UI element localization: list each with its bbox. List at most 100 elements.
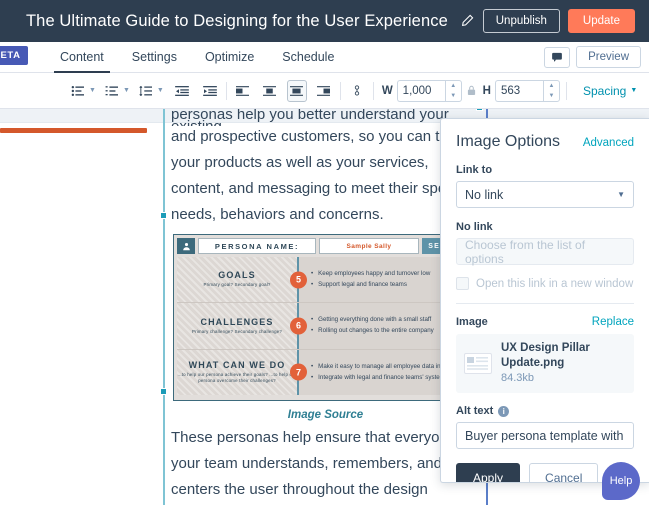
persona-row-badge: 6 [290, 317, 307, 334]
panel-divider [456, 303, 634, 304]
advanced-link[interactable]: Advanced [583, 137, 634, 149]
pencil-icon[interactable] [458, 12, 476, 30]
file-name: UX Design Pillar Update.png [501, 341, 626, 371]
new-window-checkbox[interactable] [456, 277, 469, 290]
width-stepper[interactable]: ▲▼ [445, 80, 462, 102]
file-thumbnail-icon [464, 353, 492, 374]
help-button[interactable]: Help [602, 462, 640, 500]
no-link-label: No link [456, 221, 634, 233]
align-right-icon[interactable] [314, 80, 334, 102]
align-justify-icon[interactable] [287, 80, 307, 102]
spacing-chevron-down-icon: ▼ [630, 87, 637, 94]
paragraph-outro[interactable]: These personas help ensure that everyone… [165, 425, 486, 505]
height-label: H [483, 85, 491, 97]
options-select-disabled: Choose from the list of options [456, 238, 634, 265]
line-height-chevron-down-icon[interactable]: ▼ [157, 87, 164, 94]
persona-sample-name: Sample Sally [319, 238, 419, 254]
selection-handle-top-right[interactable] [476, 109, 483, 111]
align-left-icon[interactable] [233, 80, 253, 102]
top-bar: The Ultimate Guide to Designing for the … [0, 0, 649, 42]
formatting-toolbar: ▼ ▼ ▼ [0, 73, 649, 109]
persona-template-image[interactable]: PERSONA NAME: Sample Sally SECTION GOALS… [173, 234, 478, 401]
image-section-header: Image Replace [456, 316, 634, 328]
spacing-label: Spacing [583, 84, 626, 98]
tab-content[interactable]: Content [46, 42, 118, 73]
preview-button[interactable]: Preview [576, 46, 641, 68]
selection-handle-bottom-left[interactable] [160, 388, 167, 395]
alt-text-header: Alt text i [456, 405, 634, 417]
hubspot-blog-editor: The Ultimate Guide to Designing for the … [0, 0, 649, 505]
chevron-down-icon: ▼ [617, 190, 625, 199]
indent-decrease-icon[interactable] [172, 80, 192, 102]
persona-row-badge: 5 [290, 271, 307, 288]
persona-name-label: PERSONA NAME: [198, 238, 316, 254]
tab-optimize[interactable]: Optimize [191, 42, 268, 73]
link-icon[interactable] [347, 80, 367, 102]
persona-row-left: CHALLENGES Primary challenge? Secondary … [177, 303, 299, 348]
paragraph-intro[interactable]: and prospective customers, so you can ta… [165, 124, 486, 228]
height-input[interactable] [495, 80, 543, 102]
image-options-panel: Image Options Advanced Link to No link ▼… [440, 118, 649, 483]
height-stepper[interactable]: ▲▼ [543, 80, 560, 102]
person-icon [177, 238, 195, 254]
image-size-tools: W ▲▼ H ▲▼ [380, 73, 560, 109]
bulleted-list-icon[interactable] [68, 80, 88, 102]
persona-row-subtitle: ...to help our persona achieve their goa… [177, 372, 297, 385]
tab-bar: BETA Content Settings Optimize Schedule … [0, 42, 649, 73]
persona-rows: GOALS Primary goal? Secondary goal? 5 •K… [174, 257, 477, 398]
tab-settings[interactable]: Settings [118, 42, 191, 73]
comment-icon[interactable] [544, 47, 570, 68]
decorative-rule-left [0, 128, 147, 133]
alt-text-input[interactable] [456, 422, 634, 449]
cancel-button[interactable]: Cancel [529, 463, 598, 483]
beta-badge: BETA [0, 46, 28, 65]
options-placeholder: Choose from the list of options [465, 238, 625, 266]
persona-row-subtitle: Primary challenge? Secondary challenge? [192, 329, 282, 336]
indent-tools [172, 73, 220, 109]
persona-row-challenges: CHALLENGES Primary challenge? Secondary … [177, 303, 474, 349]
new-window-label: Open this link in a new window [476, 278, 633, 290]
persona-row-subtitle: Primary goal? Secondary goal? [203, 282, 270, 289]
bulleted-list-chevron-down-icon[interactable]: ▼ [89, 87, 96, 94]
tab-schedule[interactable]: Schedule [268, 42, 348, 73]
persona-row-title: WHAT CAN WE DO [189, 360, 286, 370]
persona-row-goals: GOALS Primary goal? Secondary goal? 5 •K… [177, 257, 474, 303]
apply-button[interactable]: Apply [456, 463, 520, 483]
alignment-tools [233, 73, 334, 109]
align-center-icon[interactable] [260, 80, 280, 102]
indent-increase-icon[interactable] [200, 80, 220, 102]
list-item-text: Keep employees happy and turnover low [318, 270, 430, 278]
link-to-select[interactable]: No link ▼ [456, 181, 634, 208]
selection-handle-top-left[interactable] [160, 212, 167, 219]
panel-header: Image Options Advanced [456, 133, 634, 151]
persona-row-title: CHALLENGES [200, 317, 273, 327]
alt-text-label: Alt text [456, 405, 493, 417]
info-icon[interactable]: i [498, 406, 509, 417]
tab-list: Content Settings Optimize Schedule [46, 42, 348, 73]
list-item-text: Integrate with legal and finance teams' … [318, 374, 448, 382]
panel-title: Image Options [456, 133, 560, 151]
width-input[interactable] [397, 80, 445, 102]
list-item-text: Support legal and finance teams [318, 281, 407, 289]
list-item-text: Getting everything done with a small sta… [318, 316, 431, 324]
tab-bar-actions: Preview [544, 46, 649, 68]
numbered-list-icon[interactable] [102, 80, 122, 102]
image-source-caption[interactable]: Image Source [165, 401, 486, 425]
image-file-card[interactable]: UX Design Pillar Update.png 84.3kb [456, 334, 634, 393]
persona-row-what-can-we-do: WHAT CAN WE DO ...to help our persona ac… [177, 350, 474, 395]
persona-row-title: GOALS [218, 270, 256, 280]
link-to-label: Link to [456, 164, 634, 176]
spacing-dropdown[interactable]: Spacing ▼ [583, 84, 637, 98]
persona-row-left: WHAT CAN WE DO ...to help our persona ac… [177, 350, 299, 395]
new-window-checkbox-row[interactable]: Open this link in a new window [456, 277, 634, 290]
persona-row-badge: 7 [290, 364, 307, 381]
numbered-list-chevron-down-icon[interactable]: ▼ [123, 87, 130, 94]
update-button[interactable]: Update [568, 9, 635, 33]
lock-icon[interactable] [467, 85, 476, 96]
replace-link[interactable]: Replace [592, 316, 634, 328]
line-height-icon[interactable] [136, 80, 156, 102]
file-meta: UX Design Pillar Update.png 84.3kb [501, 341, 626, 386]
width-label: W [382, 85, 393, 97]
unpublish-button[interactable]: Unpublish [483, 9, 560, 33]
list-item-text: Rolling out changes to the entire compan… [318, 327, 434, 335]
